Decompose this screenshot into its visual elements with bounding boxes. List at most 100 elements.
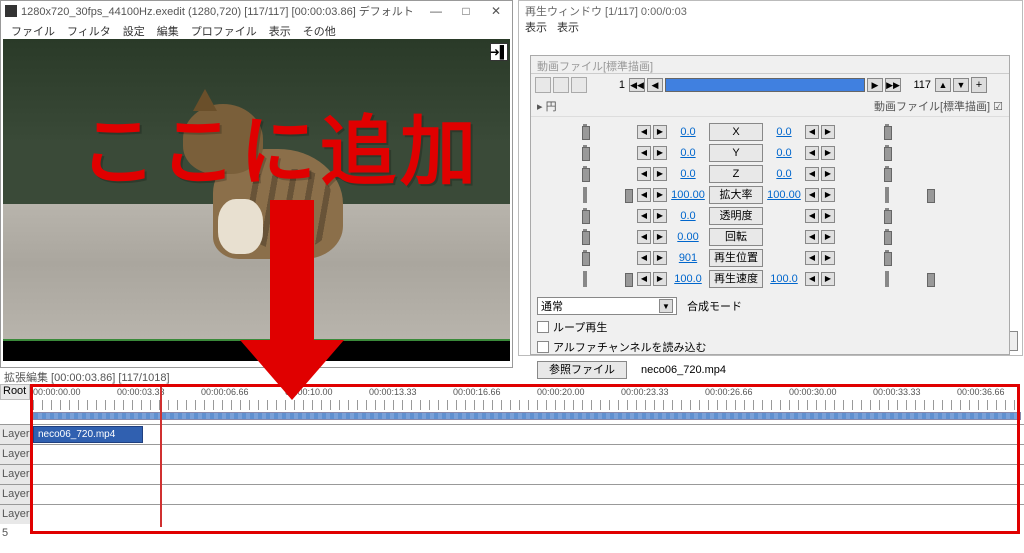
value-left[interactable]: 0.0 [669, 147, 707, 159]
maximize-button[interactable]: □ [452, 3, 480, 19]
add-effect-button[interactable]: + [971, 77, 987, 93]
step-right-dec[interactable]: ◀ [805, 230, 819, 244]
play-menu-2[interactable]: 表示 [557, 19, 579, 35]
slider-left[interactable] [535, 145, 635, 161]
tb-layout3-icon[interactable] [571, 77, 587, 93]
param-button[interactable]: 再生位置 [709, 249, 763, 267]
timeline-playhead[interactable] [160, 387, 162, 527]
value-left[interactable]: 100.0 [669, 273, 707, 285]
menu-other[interactable]: その他 [299, 23, 340, 37]
slider-right[interactable] [837, 145, 937, 161]
value-left[interactable]: 901 [669, 252, 707, 264]
slider-left[interactable] [535, 208, 635, 224]
reference-file-button[interactable]: 参照ファイル [537, 361, 627, 379]
layer-label[interactable]: Layer 4 [0, 485, 33, 504]
slider-right[interactable] [837, 250, 937, 266]
param-button[interactable]: Z [709, 165, 763, 183]
export-icon[interactable]: ➜▌ [490, 43, 508, 61]
param-button[interactable]: 回転 [709, 228, 763, 246]
step-left-inc[interactable]: ▶ [653, 125, 667, 139]
timeline-ruler[interactable]: 00:00:00.0000:00:03.3300:00:06.6600:00:1… [33, 387, 1021, 411]
step-left-inc[interactable]: ▶ [653, 230, 667, 244]
section-left[interactable]: ▸ 円 [537, 98, 557, 114]
step-left-dec[interactable]: ◀ [637, 209, 651, 223]
value-left[interactable]: 0.0 [669, 168, 707, 180]
step-left-dec[interactable]: ◀ [637, 230, 651, 244]
slider-left[interactable] [535, 250, 635, 266]
step-left-dec[interactable]: ◀ [637, 272, 651, 286]
value-right[interactable]: 100.00 [765, 189, 803, 201]
step-left-inc[interactable]: ▶ [653, 209, 667, 223]
value-left[interactable]: 100.00 [669, 189, 707, 201]
param-button[interactable]: 再生速度 [709, 270, 763, 288]
slider-right[interactable] [837, 271, 937, 287]
slider-left[interactable] [535, 124, 635, 140]
close-button[interactable]: ✕ [482, 3, 510, 19]
value-left[interactable]: 0.0 [669, 126, 707, 138]
value-left[interactable]: 0.0 [669, 210, 707, 222]
slider-left[interactable] [535, 187, 635, 203]
layer-track[interactable] [33, 485, 1024, 504]
slider-right[interactable] [837, 229, 937, 245]
step-right-inc[interactable]: ▶ [821, 125, 835, 139]
layer-track[interactable] [33, 465, 1024, 484]
minimize-button[interactable]: — [422, 3, 450, 19]
step-left-dec[interactable]: ◀ [637, 188, 651, 202]
slider-left[interactable] [535, 271, 635, 287]
step-right-inc[interactable]: ▶ [821, 272, 835, 286]
step-left-inc[interactable]: ▶ [653, 251, 667, 265]
layer-label[interactable]: Layer 1 [0, 425, 33, 444]
slider-right[interactable] [837, 208, 937, 224]
step-left-dec[interactable]: ◀ [637, 125, 651, 139]
step-right-inc[interactable]: ▶ [821, 251, 835, 265]
step-right-dec[interactable]: ◀ [805, 125, 819, 139]
play-menu-1[interactable]: 表示 [525, 19, 547, 35]
value-right[interactable]: 0.0 [765, 147, 803, 159]
frame-progress[interactable] [665, 78, 865, 92]
menu-profile[interactable]: プロファイル [187, 23, 261, 37]
step-right-dec[interactable]: ◀ [805, 251, 819, 265]
step-right-dec[interactable]: ◀ [805, 167, 819, 181]
section-right[interactable]: 動画ファイル[標準描画] ☑ [874, 98, 1003, 114]
video-clip[interactable]: neco06_720.mp4 [33, 426, 143, 443]
step-right-inc[interactable]: ▶ [821, 209, 835, 223]
param-button[interactable]: Y [709, 144, 763, 162]
menu-file[interactable]: ファイル [7, 23, 59, 37]
frame-prev-button[interactable]: ◀ [647, 78, 663, 92]
slider-left[interactable] [535, 229, 635, 245]
value-right[interactable]: 100.0 [765, 273, 803, 285]
menu-edit[interactable]: 編集 [153, 23, 183, 37]
slider-right[interactable] [837, 124, 937, 140]
step-left-inc[interactable]: ▶ [653, 146, 667, 160]
layer-label[interactable]: Layer 2 [0, 445, 33, 464]
step-left-inc[interactable]: ▶ [653, 272, 667, 286]
frame-down-button[interactable]: ▼ [953, 78, 969, 92]
slider-right[interactable] [837, 187, 937, 203]
value-left[interactable]: 0.00 [669, 231, 707, 243]
tb-layout2-icon[interactable] [553, 77, 569, 93]
frame-up-button[interactable]: ▲ [935, 78, 951, 92]
loop-checkbox[interactable] [537, 321, 549, 333]
value-right[interactable]: 0.0 [765, 126, 803, 138]
alpha-checkbox[interactable] [537, 341, 549, 353]
param-button[interactable]: 拡大率 [709, 186, 763, 204]
step-left-dec[interactable]: ◀ [637, 251, 651, 265]
step-right-inc[interactable]: ▶ [821, 146, 835, 160]
menu-filter[interactable]: フィルタ [63, 23, 115, 37]
step-right-inc[interactable]: ▶ [821, 167, 835, 181]
frame-last-button[interactable]: ▶▶ [885, 78, 901, 92]
layer-label[interactable]: Layer 5 [0, 505, 33, 524]
step-right-dec[interactable]: ◀ [805, 272, 819, 286]
step-right-dec[interactable]: ◀ [805, 146, 819, 160]
tb-layout1-icon[interactable] [535, 77, 551, 93]
value-right[interactable]: 0.0 [765, 168, 803, 180]
step-left-inc[interactable]: ▶ [653, 167, 667, 181]
slider-right[interactable] [837, 166, 937, 182]
step-right-inc[interactable]: ▶ [821, 230, 835, 244]
param-button[interactable]: X [709, 123, 763, 141]
layer-label[interactable]: Layer 3 [0, 465, 33, 484]
step-right-inc[interactable]: ▶ [821, 188, 835, 202]
layer-track[interactable] [33, 445, 1024, 464]
blend-mode-combo[interactable]: 通常 ▼ [537, 297, 677, 315]
step-right-dec[interactable]: ◀ [805, 209, 819, 223]
